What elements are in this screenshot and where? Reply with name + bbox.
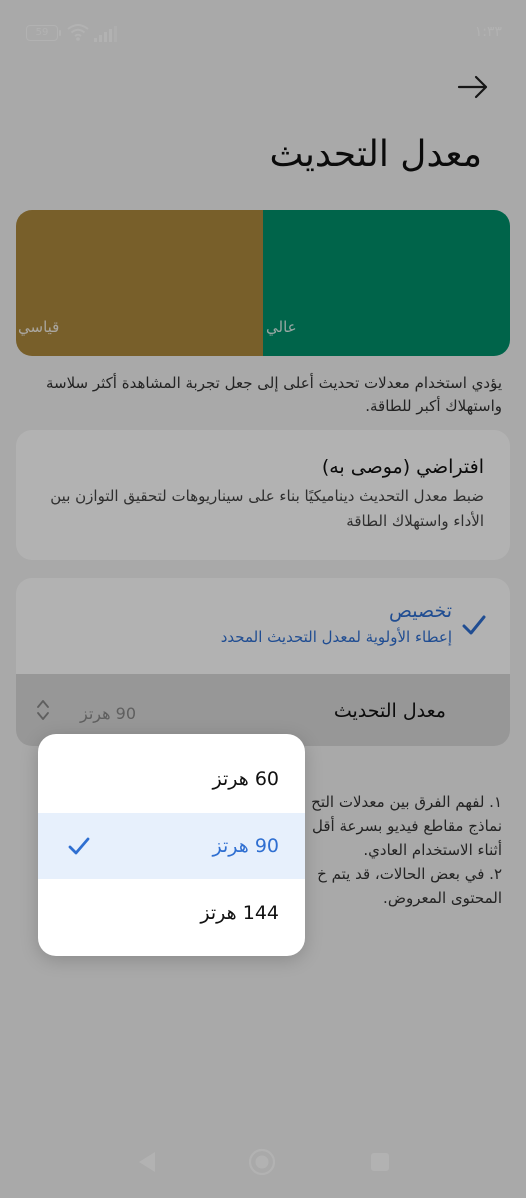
dropdown-option-label: 60 هرتز bbox=[212, 768, 279, 790]
dropdown-option-60hz[interactable]: 60 هرتز bbox=[38, 746, 305, 812]
refresh-rate-dropdown: 60 هرتز 90 هرتز 144 هرتز bbox=[38, 734, 305, 956]
dropdown-option-144hz[interactable]: 144 هرتز bbox=[38, 880, 305, 946]
dropdown-option-90hz[interactable]: 90 هرتز bbox=[38, 813, 305, 879]
dropdown-option-label: 90 هرتز bbox=[212, 835, 279, 857]
dropdown-option-label: 144 هرتز bbox=[200, 902, 279, 924]
dim-overlay[interactable] bbox=[0, 0, 526, 1198]
checkmark-icon bbox=[68, 837, 90, 855]
